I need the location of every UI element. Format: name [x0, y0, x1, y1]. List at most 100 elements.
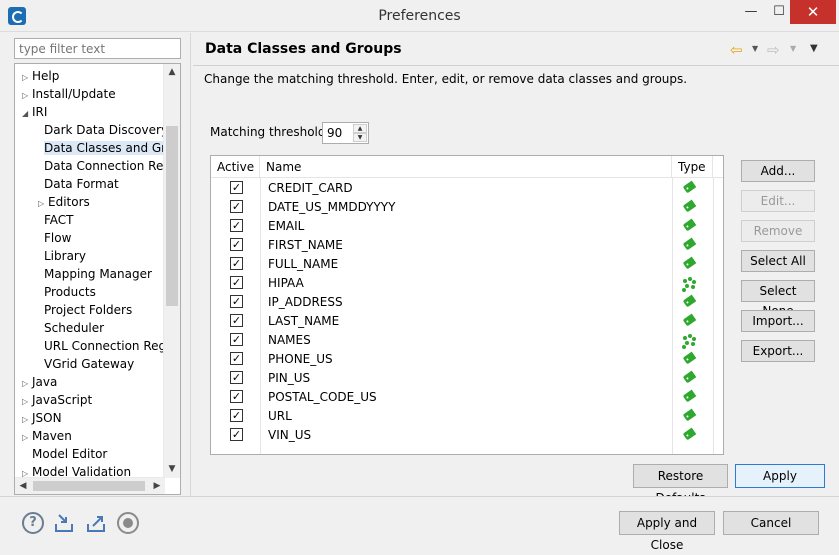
- export-preferences-icon[interactable]: [85, 512, 107, 534]
- tree-item[interactable]: ◢ IRI: [22, 103, 47, 121]
- column-header-type[interactable]: Type: [672, 156, 713, 178]
- active-checkbox[interactable]: ✓: [230, 295, 243, 308]
- tree-vertical-scrollbar[interactable]: ▲ ▼: [163, 64, 180, 478]
- tree-item[interactable]: ▷ Java: [22, 373, 57, 391]
- tree-item[interactable]: Data Classes and Grou: [38, 139, 180, 157]
- active-checkbox[interactable]: ✓: [230, 238, 243, 251]
- table-row[interactable]: ✓ NAMES: [211, 331, 723, 350]
- close-button[interactable]: ✕: [790, 0, 836, 24]
- table-row[interactable]: ✓ PHONE_US: [211, 350, 723, 369]
- tag-shape: [682, 237, 697, 251]
- scroll-down-arrow-icon[interactable]: ▼: [164, 461, 180, 478]
- tree-item[interactable]: Scheduler: [38, 319, 104, 337]
- spinner-up-icon[interactable]: ▲: [353, 124, 367, 133]
- back-history-chevron-down-icon[interactable]: ▼: [752, 44, 758, 53]
- tree-item-label: FACT: [44, 213, 74, 227]
- horizontal-scroll-thumb[interactable]: [33, 481, 145, 491]
- tree-item[interactable]: VGrid Gateway: [38, 355, 134, 373]
- tree-item[interactable]: Mapping Manager: [38, 265, 152, 283]
- scroll-thumb[interactable]: [166, 126, 178, 306]
- tree-item[interactable]: ▷ Editors: [38, 193, 90, 211]
- row-name: URL: [268, 409, 292, 423]
- group-dot: [682, 345, 686, 349]
- tree-item[interactable]: ▷ Maven: [22, 427, 72, 445]
- active-checkbox[interactable]: ✓: [230, 181, 243, 194]
- table-row[interactable]: ✓ PIN_US: [211, 369, 723, 388]
- forward-history-chevron-down-icon[interactable]: ▼: [790, 44, 796, 53]
- tree-item[interactable]: Products: [38, 283, 96, 301]
- column-header-name[interactable]: Name: [260, 156, 672, 178]
- tree-item[interactable]: Library: [38, 247, 86, 265]
- table-row[interactable]: ✓ FULL_NAME: [211, 255, 723, 274]
- collapse-arrow-icon[interactable]: ◢: [22, 105, 32, 123]
- tree-item[interactable]: Project Folders: [38, 301, 132, 319]
- spinner-down-icon[interactable]: ▼: [353, 133, 367, 142]
- export-button[interactable]: Export...: [741, 340, 815, 362]
- active-checkbox[interactable]: ✓: [230, 428, 243, 441]
- active-checkbox[interactable]: ✓: [230, 371, 243, 384]
- maximize-button[interactable]: ☐: [765, 0, 793, 24]
- tree-item[interactable]: ▷ Help: [22, 67, 59, 85]
- active-checkbox[interactable]: ✓: [230, 352, 243, 365]
- active-checkbox[interactable]: ✓: [230, 333, 243, 346]
- active-checkbox[interactable]: ✓: [230, 409, 243, 422]
- import-button[interactable]: Import...: [741, 310, 815, 332]
- tree-item-label: Mapping Manager: [44, 267, 152, 281]
- select-all-button[interactable]: Select All: [741, 250, 815, 272]
- table-row[interactable]: ✓ VIN_US: [211, 426, 723, 445]
- tree-horizontal-scrollbar[interactable]: ◀ ▶: [15, 477, 165, 494]
- import-preferences-icon[interactable]: [53, 512, 75, 534]
- tree-item[interactable]: Flow: [38, 229, 71, 247]
- table-row[interactable]: ✓ URL: [211, 407, 723, 426]
- tree-item[interactable]: Data Format: [38, 175, 119, 193]
- view-menu-chevron-down-icon[interactable]: ▼: [810, 43, 818, 54]
- scroll-up-arrow-icon[interactable]: ▲: [164, 64, 180, 81]
- active-checkbox[interactable]: ✓: [230, 390, 243, 403]
- back-arrow-icon[interactable]: ⇦: [730, 41, 743, 59]
- help-icon[interactable]: ?: [22, 512, 44, 534]
- scroll-left-arrow-icon[interactable]: ◀: [15, 478, 31, 494]
- active-checkbox[interactable]: ✓: [230, 200, 243, 213]
- tree-item[interactable]: ▷ JavaScript: [22, 391, 92, 409]
- tree-item[interactable]: Dark Data Discovery: [38, 121, 168, 139]
- filter-input[interactable]: [14, 38, 181, 59]
- table-row[interactable]: ✓ LAST_NAME: [211, 312, 723, 331]
- table-row[interactable]: ✓ EMAIL: [211, 217, 723, 236]
- active-checkbox[interactable]: ✓: [230, 257, 243, 270]
- table-row[interactable]: ✓ IP_ADDRESS: [211, 293, 723, 312]
- table-row[interactable]: ✓ DATE_US_MMDDYYYY: [211, 198, 723, 217]
- apply-and-close-button[interactable]: Apply and Close: [619, 511, 715, 552]
- add-button[interactable]: Add...: [741, 160, 815, 182]
- tree-item[interactable]: Data Connection Regi: [38, 157, 174, 175]
- tag-shape: [682, 370, 697, 384]
- threshold-spinner[interactable]: 90 ▲ ▼: [322, 122, 369, 144]
- minimize-button[interactable]: —: [737, 0, 765, 24]
- tree-item[interactable]: ▷ Install/Update: [22, 85, 116, 103]
- edit-button[interactable]: Edit...: [741, 190, 815, 212]
- active-checkbox[interactable]: ✓: [230, 276, 243, 289]
- page-header: Data Classes and Groups ⇦ ▼ ⇨ ▼ ▼: [193, 33, 839, 66]
- tree-item[interactable]: ▷ JSON: [22, 409, 62, 427]
- cancel-button[interactable]: Cancel: [723, 511, 819, 535]
- table-row[interactable]: ✓ CREDIT_CARD: [211, 179, 723, 198]
- active-checkbox[interactable]: ✓: [230, 314, 243, 327]
- active-checkbox[interactable]: ✓: [230, 219, 243, 232]
- table-row[interactable]: ✓ HIPAA: [211, 274, 723, 293]
- column-header-active[interactable]: Active: [211, 156, 260, 178]
- table-row[interactable]: ✓ FIRST_NAME: [211, 236, 723, 255]
- table-row[interactable]: ✓ POSTAL_CODE_US: [211, 388, 723, 407]
- tree-item-label: Install/Update: [32, 87, 116, 101]
- apply-button[interactable]: Apply: [735, 464, 825, 488]
- restore-defaults-button[interactable]: Restore Defaults: [633, 464, 728, 505]
- select-none-button[interactable]: Select None: [741, 280, 815, 318]
- tree-item[interactable]: FACT: [38, 211, 74, 229]
- scroll-right-arrow-icon[interactable]: ▶: [149, 478, 165, 494]
- forward-arrow-icon[interactable]: ⇨: [767, 41, 780, 59]
- tree-item[interactable]: URL Connection Regi: [38, 337, 169, 355]
- threshold-value[interactable]: 90: [327, 126, 342, 140]
- tree-item[interactable]: Model Editor: [22, 445, 107, 463]
- group-dot: [685, 284, 689, 288]
- record-icon[interactable]: [117, 512, 139, 534]
- page-title: Data Classes and Groups: [205, 41, 402, 57]
- remove-button[interactable]: Remove: [741, 220, 815, 242]
